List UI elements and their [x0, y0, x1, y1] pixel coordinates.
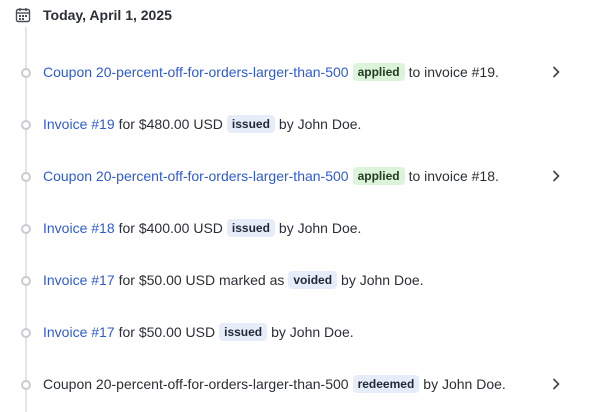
timeline-dot [21, 172, 31, 182]
coupon-link[interactable]: Coupon 20-percent-off-for-orders-larger-… [43, 168, 349, 184]
redeemed-badge: redeemed [352, 375, 420, 393]
event-text: to invoice #19. [408, 64, 499, 80]
timeline-header: Today, April 1, 2025 [15, 5, 172, 25]
event-text: for $480.00 USD [118, 116, 223, 132]
event-text: for $400.00 USD [118, 220, 223, 236]
event-actor-text: by John Doe. [423, 376, 506, 392]
event-actor-text: by John Doe. [278, 116, 362, 132]
timeline-event-invoice-17-issued: Invoice #17 for $50.00 USD issued by Joh… [0, 321, 593, 345]
timeline-dot [21, 224, 31, 234]
timeline-dot [21, 328, 31, 338]
issued-badge: issued [226, 219, 275, 237]
coupon-name-text: Coupon 20-percent-off-for-orders-larger-… [43, 376, 349, 392]
voided-badge: voided [288, 271, 338, 289]
event-actor-text: by John Doe. [278, 220, 362, 236]
invoice-link[interactable]: Invoice #18 [43, 220, 115, 236]
timeline-dot [21, 68, 31, 78]
chevron-right-icon[interactable] [548, 375, 564, 393]
event-actor-text: by John Doe. [341, 272, 424, 288]
invoice-link[interactable]: Invoice #19 [43, 116, 115, 132]
calendar-icon [15, 7, 31, 23]
timeline-event-coupon-redeemed[interactable]: Coupon 20-percent-off-for-orders-larger-… [0, 373, 593, 397]
timeline-event-invoice-19-issued: Invoice #19 for $480.00 USD issued by Jo… [0, 113, 593, 137]
timeline-event-invoice-17-voided: Invoice #17 for $50.00 USD marked as voi… [0, 269, 593, 293]
issued-badge: issued [219, 323, 268, 341]
timeline-event-invoice-18-issued: Invoice #18 for $400.00 USD issued by Jo… [0, 217, 593, 241]
timeline-event-coupon-applied-18[interactable]: Coupon 20-percent-off-for-orders-larger-… [0, 165, 593, 189]
invoice-link[interactable]: Invoice #17 [43, 272, 115, 288]
timeline-dot [21, 380, 31, 390]
applied-badge: applied [352, 167, 405, 185]
issued-badge: issued [226, 115, 275, 133]
timeline-dot [21, 120, 31, 130]
event-text: for $50.00 USD marked as [118, 272, 285, 288]
timeline-date-label: Today, April 1, 2025 [43, 7, 172, 23]
timeline-dot [21, 276, 31, 286]
chevron-right-icon[interactable] [548, 167, 564, 185]
event-actor-text: by John Doe. [271, 324, 354, 340]
event-text: to invoice #18. [408, 168, 499, 184]
chevron-right-icon[interactable] [548, 63, 564, 81]
applied-badge: applied [352, 63, 405, 81]
timeline-event-coupon-applied-19[interactable]: Coupon 20-percent-off-for-orders-larger-… [0, 61, 593, 85]
coupon-link[interactable]: Coupon 20-percent-off-for-orders-larger-… [43, 64, 349, 80]
invoice-link[interactable]: Invoice #17 [43, 324, 115, 340]
event-text: for $50.00 USD [118, 324, 216, 340]
